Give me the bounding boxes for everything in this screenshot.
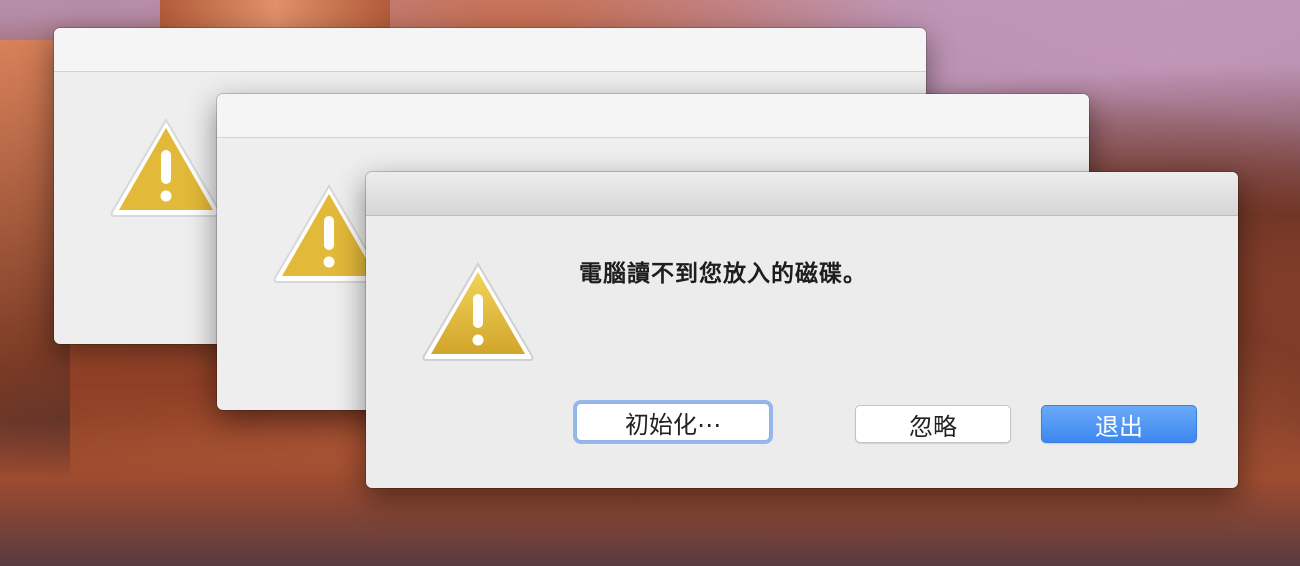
alert-dialog-front: 電腦讀不到您放入的磁碟。 初始化⋯ 忽略 退出	[366, 172, 1238, 488]
eject-button-label: 退出	[1095, 412, 1143, 441]
dialog-titlebar[interactable]	[366, 172, 1238, 216]
eject-button[interactable]: 退出	[1041, 405, 1197, 443]
ignore-button-label: 忽略	[909, 412, 957, 441]
warning-icon	[422, 262, 534, 361]
wallpaper-peak	[160, 0, 390, 30]
initialize-button-label: 初始化⋯	[625, 410, 721, 439]
alert-message: 電腦讀不到您放入的磁碟。	[579, 261, 867, 287]
initialize-button[interactable]: 初始化⋯	[576, 403, 770, 441]
dialog-titlebar[interactable]	[217, 94, 1089, 138]
dialog-titlebar[interactable]	[54, 28, 926, 72]
warning-icon	[110, 118, 222, 217]
ignore-button[interactable]: 忽略	[855, 405, 1011, 443]
